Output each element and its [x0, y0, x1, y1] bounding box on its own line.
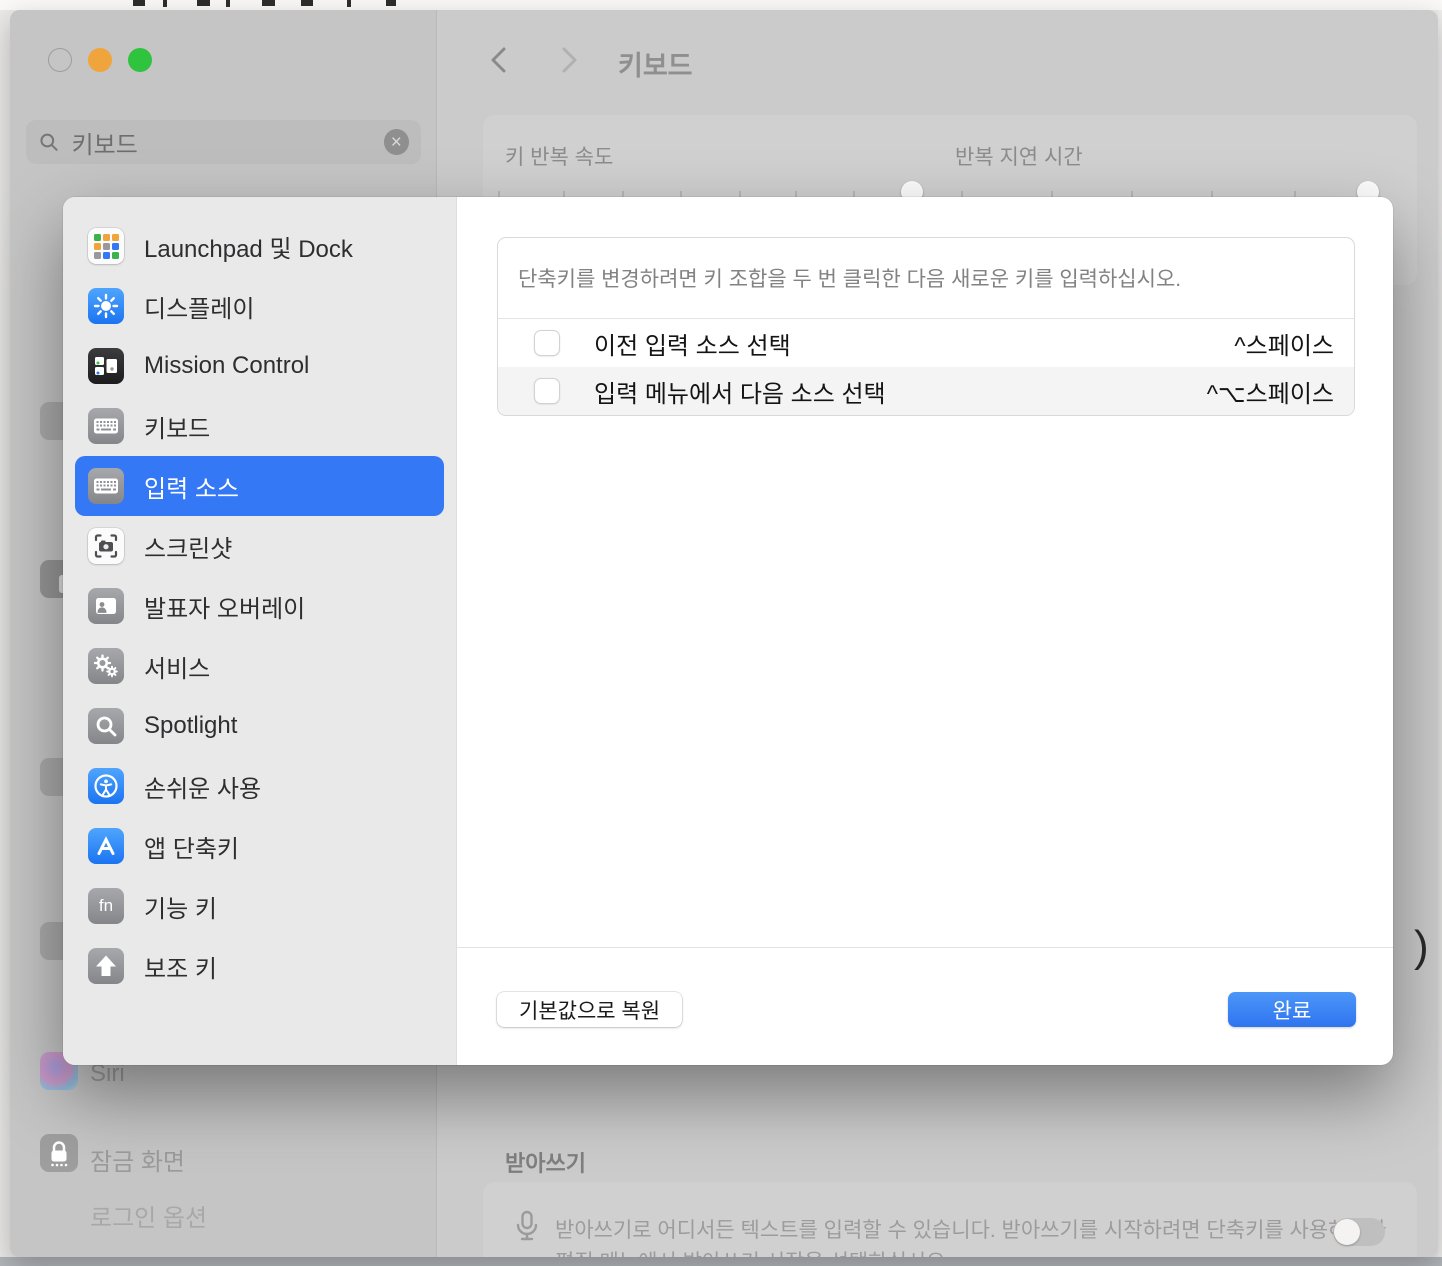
sidebar-item-label: 서비스	[144, 649, 210, 684]
shortcut-row[interactable]: 이전 입력 소스 선택 ^스페이스	[498, 319, 1354, 367]
shortcut-keys[interactable]: ^스페이스	[1234, 326, 1334, 361]
sidebar-item-label: 발표자 오버레이	[144, 589, 305, 624]
sidebar-item-label: 스크린샷	[144, 529, 232, 564]
lock-screen-icon	[40, 1134, 78, 1172]
clipped-text-fragment	[226, 0, 230, 7]
dictation-title: 받아쓰기	[505, 1146, 586, 1178]
sidebar-item-services[interactable]: 서비스	[75, 636, 444, 696]
sidebar-item-launchpad[interactable]: Launchpad 및 Dock	[75, 216, 444, 276]
sidebar-item-mission-control[interactable]: Mission Control	[75, 336, 444, 396]
clipped-text-fragment	[386, 0, 396, 6]
window-minimize-button[interactable]	[88, 48, 112, 72]
input-sources-icon	[88, 468, 124, 504]
clipped-text-fragment	[301, 0, 313, 6]
dictation-card: 받아쓰기로 어디서든 텍스트를 입력할 수 있습니다. 받아쓰기를 시작하려면 …	[483, 1182, 1417, 1257]
search-input[interactable]	[70, 127, 384, 157]
accessibility-icon	[88, 768, 124, 804]
clipped-text-fragment	[347, 0, 351, 7]
page-title: 키보드	[618, 44, 693, 83]
sidebar-item-screenshot[interactable]: 스크린샷	[75, 516, 444, 576]
clipped-text-fragment	[262, 0, 275, 6]
sidebar-item-label: 손쉬운 사용	[144, 769, 261, 804]
search-icon	[38, 131, 60, 153]
shortcuts-sidebar: Launchpad 및 Dock 디스플레이 Mission Control 키보드입…	[63, 197, 457, 1065]
shortcuts-content: 단축키를 변경하려면 키 조합을 두 번 클릭한 다음 새로운 키를 입력하십시…	[457, 197, 1393, 1065]
microphone-icon	[507, 1206, 547, 1246]
repeat-delay-label: 반복 지연 시간	[955, 141, 1083, 171]
keyboard-icon	[88, 408, 124, 444]
shortcut-checkbox[interactable]	[534, 330, 560, 356]
shortcuts-table: 단축키를 변경하려면 키 조합을 두 번 클릭한 다음 새로운 키를 입력하십시…	[497, 237, 1355, 416]
desktop-edge-top	[0, 0, 1442, 10]
sidebar-item-input-sources[interactable]: 입력 소스	[75, 456, 444, 516]
dialog-footer: 기본값으로 복원 완료	[457, 947, 1393, 1065]
back-button[interactable]	[488, 46, 510, 74]
clipped-text-fragment	[163, 0, 167, 7]
sidebar-item-accessibility[interactable]: 손쉬운 사용	[75, 756, 444, 816]
shortcut-keys[interactable]: ^⌥스페이스	[1207, 374, 1334, 409]
sidebar-item-label: 기능 키	[144, 889, 217, 924]
spotlight-icon	[88, 708, 124, 744]
sidebar-item-login-options[interactable]: 로그인 옵션	[90, 1198, 207, 1233]
display-icon	[88, 288, 124, 324]
sidebar-item-keyboard[interactable]: 키보드	[75, 396, 444, 456]
sidebar-item-presenter-overlay[interactable]: 발표자 오버레이	[75, 576, 444, 636]
mission-control-icon	[88, 348, 124, 384]
window-close-button[interactable]	[48, 48, 72, 72]
key-repeat-label: 키 반복 속도	[505, 141, 613, 171]
launchpad-icon	[88, 228, 124, 264]
desktop-edge-bottom	[0, 1257, 1442, 1266]
services-icon	[88, 648, 124, 684]
shortcut-checkbox[interactable]	[534, 378, 560, 404]
sidebar-item-label: 입력 소스	[144, 469, 239, 504]
restore-defaults-button[interactable]: 기본값으로 복원	[497, 992, 682, 1027]
sidebar-item-lock-screen[interactable]: 잠금 화면	[90, 1142, 185, 1177]
sidebar-item-app-shortcuts[interactable]: 앱 단축키	[75, 816, 444, 876]
sidebar-item-label: Spotlight	[144, 712, 237, 740]
clipped-glyph: )	[1414, 922, 1429, 972]
sidebar-item-label: 보조 키	[144, 949, 217, 984]
sidebar-item-label: Mission Control	[144, 352, 309, 380]
shortcut-label: 이전 입력 소스 선택	[594, 326, 791, 361]
sidebar-item-label: 키보드	[144, 409, 210, 444]
screenshot-icon	[88, 528, 124, 564]
dictation-description-line2: 편집 메뉴에서 받아쓰기 시작을 선택하십시오.	[555, 1246, 951, 1257]
window-zoom-button[interactable]	[128, 48, 152, 72]
sidebar-item-modifier-keys[interactable]: 보조 키	[75, 936, 444, 996]
instruction-text: 단축키를 변경하려면 키 조합을 두 번 클릭한 다음 새로운 키를 입력하십시…	[498, 238, 1354, 319]
dictation-description-line1: 받아쓰기로 어디서든 텍스트를 입력할 수 있습니다. 받아쓰기를 시작하려면 …	[555, 1214, 1386, 1244]
sidebar-item-label: 앱 단축키	[144, 829, 239, 864]
keyboard-shortcuts-dialog: Launchpad 및 Dock디스플레이Mission Control키보드입…	[63, 197, 1393, 1065]
sidebar-item-fn[interactable]: fn 기능 키	[75, 876, 444, 936]
search-field[interactable]: ×	[26, 120, 421, 164]
modifier-keys-icon	[88, 948, 124, 984]
done-button[interactable]: 완료	[1228, 992, 1356, 1027]
forward-button[interactable]	[558, 46, 580, 74]
presenter-overlay-icon	[88, 588, 124, 624]
fn-icon: fn	[88, 888, 124, 924]
sidebar-item-spotlight[interactable]: Spotlight	[75, 696, 444, 756]
app-shortcuts-icon	[88, 828, 124, 864]
clipped-text-fragment	[133, 0, 145, 6]
sidebar-item-label: 디스플레이	[144, 289, 254, 324]
desktop-edge-right	[1438, 10, 1442, 1257]
search-clear-icon[interactable]: ×	[384, 129, 409, 155]
shortcut-row[interactable]: 입력 메뉴에서 다음 소스 선택 ^⌥스페이스	[498, 367, 1354, 415]
clipped-text-fragment	[197, 0, 210, 6]
dictation-toggle[interactable]	[1333, 1218, 1385, 1246]
shortcut-label: 입력 메뉴에서 다음 소스 선택	[594, 374, 886, 409]
sidebar-item-display[interactable]: 디스플레이	[75, 276, 444, 336]
sidebar-item-label: Launchpad 및 Dock	[144, 229, 353, 264]
